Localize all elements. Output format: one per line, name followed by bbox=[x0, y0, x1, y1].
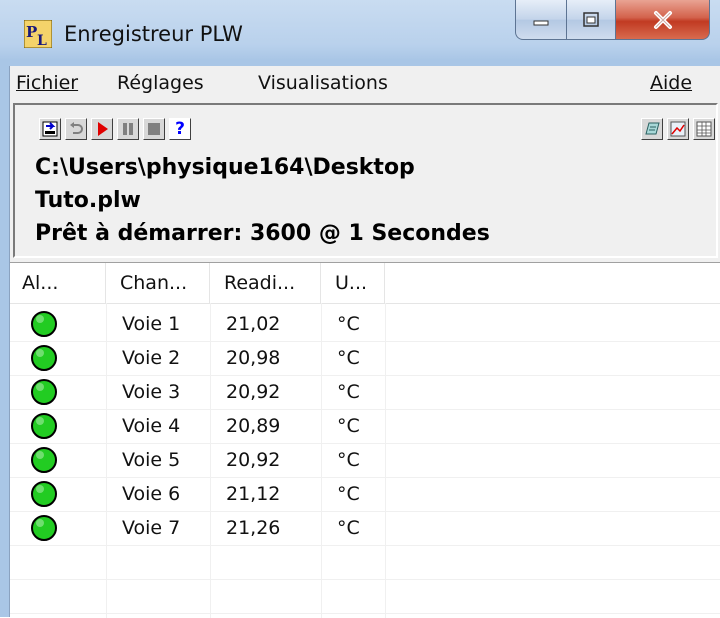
channel-unit: °C bbox=[337, 483, 360, 505]
channel-name: Voie 7 bbox=[122, 517, 181, 539]
folder-path: C:\Users\physique164\Desktop bbox=[35, 155, 415, 180]
channel-name: Voie 3 bbox=[122, 381, 181, 403]
stop-icon bbox=[148, 123, 160, 135]
column-header-channel[interactable]: Chan... bbox=[106, 263, 210, 303]
channel-name: Voie 6 bbox=[122, 483, 181, 505]
column-header-unit[interactable]: U... bbox=[321, 263, 385, 303]
channel-reading: 20,92 bbox=[226, 449, 281, 471]
recording-status: Prêt à démarrer: 3600 @ 1 Secondes bbox=[35, 221, 490, 246]
table-row[interactable]: Voie 4 20,89 °C bbox=[10, 409, 720, 444]
pause-button[interactable] bbox=[117, 118, 139, 140]
plw-logo-icon: P L bbox=[24, 20, 52, 48]
help-icon: ? bbox=[175, 119, 185, 139]
undo-button[interactable] bbox=[65, 118, 87, 140]
alarm-status-icon bbox=[31, 379, 57, 405]
close-icon bbox=[653, 10, 672, 29]
empty-row bbox=[10, 545, 720, 580]
empty-row bbox=[10, 579, 720, 614]
alarm-status-icon bbox=[31, 413, 57, 439]
title-bar[interactable]: P L Enregistreur PLW bbox=[0, 0, 720, 66]
notes-button[interactable] bbox=[641, 118, 663, 140]
alarm-status-icon bbox=[31, 345, 57, 371]
channel-unit: °C bbox=[337, 381, 360, 403]
menu-aide[interactable]: Aide bbox=[650, 72, 692, 94]
table-row[interactable]: Voie 2 20,98 °C bbox=[10, 341, 720, 376]
minimize-button[interactable] bbox=[515, 0, 567, 40]
table-row[interactable]: Voie 3 20,92 °C bbox=[10, 375, 720, 410]
table-row[interactable]: Voie 1 21,02 °C bbox=[10, 307, 720, 342]
channel-reading: 21,02 bbox=[226, 313, 281, 335]
channel-name: Voie 2 bbox=[122, 347, 181, 369]
spreadsheet-icon bbox=[696, 121, 712, 137]
channel-unit: °C bbox=[337, 517, 360, 539]
menu-reglages-label: Réglages bbox=[117, 72, 204, 94]
channel-table: Al... Chan... Readi... U... Voie 1 21,02 °… bbox=[10, 262, 720, 618]
alarm-status-icon bbox=[31, 311, 57, 337]
channel-reading: 20,89 bbox=[226, 415, 281, 437]
file-name: Tuto.plw bbox=[35, 188, 141, 213]
table-header: Al... Chan... Readi... U... bbox=[10, 263, 720, 304]
record-button[interactable] bbox=[91, 118, 113, 140]
graph-button[interactable] bbox=[667, 118, 689, 140]
pause-icon bbox=[123, 123, 133, 135]
maximize-button[interactable] bbox=[566, 0, 616, 40]
undo-icon bbox=[70, 122, 83, 134]
stop-button[interactable] bbox=[143, 118, 165, 140]
menu-reglages[interactable]: Réglages bbox=[117, 72, 204, 94]
menu-bar: Fichier Réglages Visualisations Aide bbox=[10, 66, 720, 101]
notes-icon bbox=[645, 122, 660, 135]
alarm-status-icon bbox=[31, 481, 57, 507]
client-area: Fichier Réglages Visualisations Aide ? C… bbox=[9, 66, 720, 618]
channel-reading: 20,98 bbox=[226, 347, 281, 369]
menu-visualisations[interactable]: Visualisations bbox=[258, 72, 388, 94]
channel-unit: °C bbox=[337, 449, 360, 471]
column-header-alarm[interactable]: Al... bbox=[10, 263, 106, 303]
help-button[interactable]: ? bbox=[169, 118, 191, 140]
column-header-reading[interactable]: Readi... bbox=[210, 263, 321, 303]
spreadsheet-button[interactable] bbox=[693, 118, 715, 140]
channel-name: Voie 5 bbox=[122, 449, 181, 471]
menu-aide-label: Aide bbox=[650, 72, 693, 94]
channel-reading: 21,26 bbox=[226, 517, 281, 539]
channel-name: Voie 4 bbox=[122, 415, 181, 437]
channel-unit: °C bbox=[337, 313, 360, 335]
svg-text:P: P bbox=[26, 23, 37, 41]
alarm-status-icon bbox=[31, 447, 57, 473]
table-row[interactable]: Voie 6 21,12 °C bbox=[10, 477, 720, 512]
minimize-icon bbox=[533, 20, 549, 25]
status-panel: ? C:\Users\physique164\Desktop Tuto.plw … bbox=[13, 103, 718, 258]
menu-visualisations-label: Visualisations bbox=[258, 72, 388, 94]
close-button[interactable] bbox=[615, 0, 710, 40]
menu-fichier[interactable]: Fichier bbox=[16, 72, 78, 94]
channel-reading: 21,12 bbox=[226, 483, 281, 505]
app-window: P L Enregistreur PLW Fichier Réglages Vi… bbox=[0, 0, 720, 618]
svg-text:L: L bbox=[37, 33, 47, 48]
graph-icon bbox=[670, 121, 686, 137]
channel-unit: °C bbox=[337, 347, 360, 369]
save-file-button[interactable] bbox=[39, 118, 61, 140]
channel-reading: 20,92 bbox=[226, 381, 281, 403]
save-file-icon bbox=[42, 121, 58, 137]
maximize-icon bbox=[583, 11, 599, 27]
table-row[interactable]: Voie 5 20,92 °C bbox=[10, 443, 720, 478]
channel-name: Voie 1 bbox=[122, 313, 181, 335]
menu-fichier-label: Fichier bbox=[16, 72, 79, 94]
window-title: Enregistreur PLW bbox=[64, 22, 243, 46]
play-record-icon bbox=[98, 122, 108, 136]
alarm-status-icon bbox=[31, 515, 57, 541]
channel-unit: °C bbox=[337, 415, 360, 437]
table-row[interactable]: Voie 7 21,26 °C bbox=[10, 511, 720, 546]
